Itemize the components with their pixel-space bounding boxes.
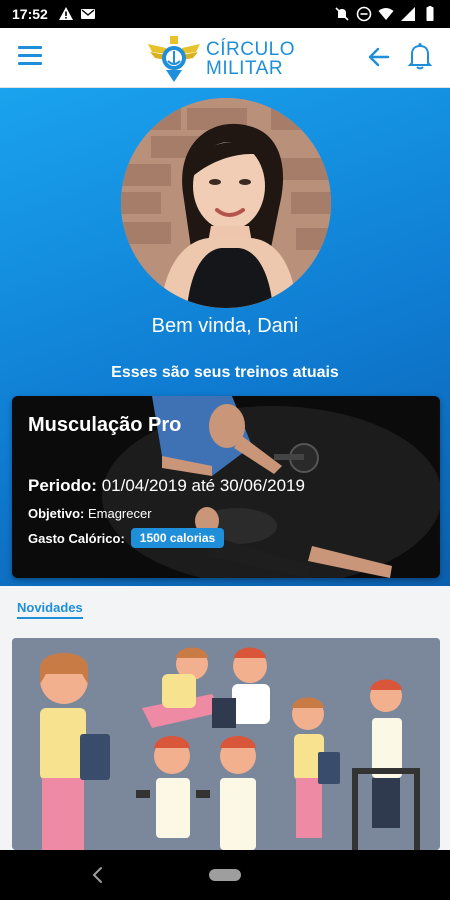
battery-icon <box>426 6 434 21</box>
nav-home-pill[interactable] <box>209 869 241 881</box>
greeting-text: Bem vinda, Dani <box>151 315 299 337</box>
logo-line2: MILITAR <box>206 58 284 79</box>
avatar-photo <box>121 98 331 308</box>
workout-goal: Objetivo: Emagrecer <box>28 506 152 521</box>
goal-value: Emagrecer <box>87 506 152 521</box>
workout-title: Musculação Pro <box>28 414 182 436</box>
news-section-title[interactable]: Novidades <box>17 600 83 619</box>
mute-icon <box>335 7 349 21</box>
app-bar: CÍRCULO MILITAR <box>0 28 450 88</box>
profile-hero: Bem vinda, Dani Esses são seus treinos a… <box>0 88 450 586</box>
avatar[interactable] <box>121 98 331 308</box>
bell-icon[interactable] <box>407 41 433 71</box>
calories-label: Gasto Calórico: <box>28 530 125 546</box>
period-label: Periodo: <box>28 476 97 495</box>
system-nav-bar <box>0 850 450 900</box>
nav-back-icon[interactable] <box>88 864 108 886</box>
signal-icon <box>401 7 415 21</box>
workout-card[interactable]: Musculação Pro Periodo: 01/04/2019 até 3… <box>12 396 440 578</box>
workout-period: Periodo: 01/04/2019 até 30/06/2019 <box>28 476 305 496</box>
status-bar: 17:52 <box>0 0 450 28</box>
current-workouts-heading: Esses são seus treinos atuais <box>111 364 339 381</box>
status-time: 17:52 <box>12 6 48 22</box>
logo-line1: CÍRCULO <box>206 39 296 60</box>
do-not-disturb-icon <box>356 6 372 22</box>
warning-icon <box>58 7 73 20</box>
menu-icon[interactable] <box>18 46 42 68</box>
news-card[interactable] <box>12 638 440 850</box>
emblem-icon <box>148 36 200 82</box>
arrow-left-icon[interactable] <box>366 44 392 70</box>
app-logo: CÍRCULO MILITAR <box>146 34 295 84</box>
period-value: 01/04/2019 até 30/06/2019 <box>101 476 305 495</box>
mail-icon <box>80 9 95 19</box>
workout-calories: Gasto Calórico: 1500 calorias <box>28 528 225 548</box>
goal-label: Objetivo: <box>28 506 85 521</box>
wifi-icon <box>378 8 394 20</box>
calories-badge: 1500 calorias <box>130 528 225 548</box>
news-illustration <box>12 638 440 850</box>
